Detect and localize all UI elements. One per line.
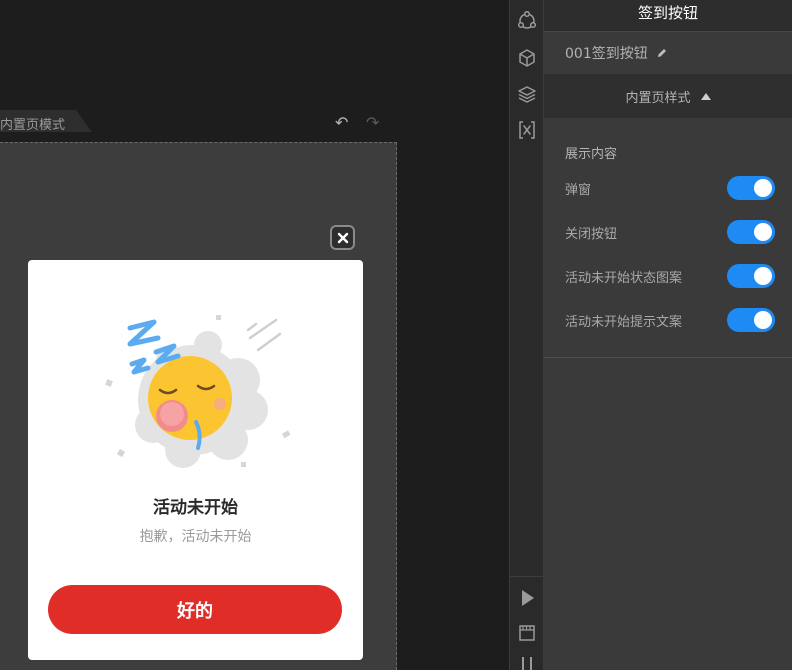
rail-divider (510, 576, 544, 577)
toggle-label: 活动未开始状态图案 (565, 270, 683, 286)
components-icon[interactable] (517, 11, 537, 31)
film-icon[interactable] (517, 623, 537, 643)
status-text-toggle[interactable] (727, 308, 775, 332)
cube-icon[interactable] (517, 48, 537, 68)
component-name: 001签到按钮 (565, 46, 648, 62)
status-pattern-toggle[interactable] (727, 264, 775, 288)
section-builtin-style[interactable]: 内置页样式 (544, 74, 792, 118)
toggle-knob (754, 179, 772, 197)
toggle-label: 关闭按钮 (565, 226, 618, 242)
popup-title: 活动未开始 (153, 498, 238, 518)
popup-toggle[interactable] (727, 176, 775, 200)
component-name-row[interactable]: 001签到按钮 (544, 31, 792, 74)
toggle-label: 弹窗 (565, 182, 592, 198)
ok-button[interactable]: 好的 (48, 585, 342, 634)
variable-icon[interactable] (517, 120, 537, 140)
popup-dialog: 活动未开始 抱歉，活动未开始 好的 (28, 260, 363, 660)
section-label: 内置页样式 (625, 90, 691, 106)
close-button-toggle[interactable] (727, 220, 775, 244)
undo-icon[interactable]: ↶ (335, 114, 348, 132)
toggle-knob (754, 267, 772, 285)
toggle-label: 活动未开始提示文案 (565, 314, 683, 330)
popup-close-button[interactable] (330, 225, 355, 250)
sleeping-sun-illustration (105, 315, 291, 468)
display-content-section: 展示内容 弹窗 关闭按钮 活动未开始状态图案 活动未开始提示文案 (544, 118, 792, 358)
toggle-row-close-button: 关闭按钮 (565, 210, 775, 254)
panel-title: 签到按钮 (544, 0, 792, 31)
pause-icon[interactable] (517, 655, 537, 670)
edit-pencil-icon[interactable] (656, 47, 668, 59)
mode-tab[interactable]: 内置页模式 (0, 110, 92, 132)
play-icon[interactable] (517, 588, 537, 608)
toggle-row-popup: 弹窗 (565, 166, 775, 210)
toggle-knob (754, 223, 772, 241)
mode-tab-label: 内置页模式 (0, 118, 66, 133)
close-icon (337, 232, 348, 243)
property-panel: 签到按钮 001签到按钮 内置页样式 展示内容 弹窗 关闭按钮 活动未开始状态图… (544, 0, 792, 670)
toggle-row-status-text: 活动未开始提示文案 (565, 298, 775, 342)
icon-rail (509, 0, 544, 670)
caret-up-icon (700, 92, 711, 100)
canvas-area: 内置页模式 ↶ ↷ 活动未开始 抱歉，活动未开始 好的 (0, 0, 509, 670)
redo-icon[interactable]: ↷ (366, 114, 379, 132)
toggle-knob (754, 311, 772, 329)
layers-icon[interactable] (517, 84, 537, 104)
popup-subtitle: 抱歉，活动未开始 (139, 529, 252, 545)
toggle-row-status-pattern: 活动未开始状态图案 (565, 254, 775, 298)
